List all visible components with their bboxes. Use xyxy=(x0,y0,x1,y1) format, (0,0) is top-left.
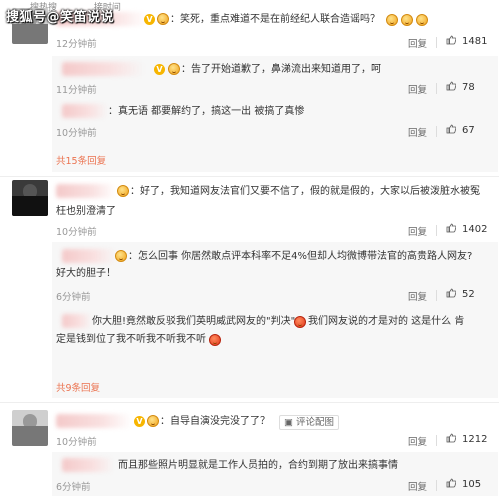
like-button[interactable]: 67 xyxy=(446,124,475,136)
avatar[interactable] xyxy=(12,180,48,216)
thumbs-up-icon xyxy=(446,223,456,233)
thumbs-up-icon xyxy=(446,35,456,45)
reply-text: ：怎么回事 你居然敢点评本科率不足4%但却人均微博带法官的高贵路人网友? xyxy=(128,251,473,262)
comment-text: ：笑死，重点难道不是在前经纪人联合造谣吗？ xyxy=(170,14,380,25)
username-blurred[interactable] xyxy=(62,458,114,472)
like-count: 67 xyxy=(462,125,475,136)
like-button[interactable]: 1212 xyxy=(446,433,487,445)
like-count: 1481 xyxy=(462,36,488,47)
username-blurred[interactable] xyxy=(62,249,116,263)
like-count: 1402 xyxy=(462,224,488,235)
like-count: 105 xyxy=(462,479,482,490)
divider xyxy=(436,83,437,94)
avatar[interactable] xyxy=(12,410,48,446)
verified-badge-icon: V xyxy=(144,14,155,25)
comment-time: 10分钟前 xyxy=(56,227,97,238)
reply-text: 定是钱到位了我不听我不听我不听 xyxy=(56,334,206,345)
more-replies-link[interactable]: 共15条回复 xyxy=(56,153,106,167)
divider xyxy=(436,126,437,137)
watermark: 搜狐号@笑笛说说 xyxy=(6,10,115,25)
avatar-emoji-icon xyxy=(168,63,180,75)
divider xyxy=(436,37,437,48)
reply-button[interactable]: 回复 xyxy=(408,82,427,96)
reply-time: 6分钟前 xyxy=(56,292,91,303)
like-button[interactable]: 1402 xyxy=(446,223,487,235)
like-count: 78 xyxy=(462,82,475,93)
verified-badge-icon: V xyxy=(154,64,165,75)
reply-text: 我们网友说的才是对的 这是什么 肯 xyxy=(308,316,465,327)
more-replies-link[interactable]: 共9条回复 xyxy=(56,380,100,394)
reply-text: 你大胆!竟然敢反驳我们英明威武网友的"判决" xyxy=(92,316,296,327)
like-count: 52 xyxy=(462,289,475,300)
avatar-emoji-icon xyxy=(115,250,127,262)
thumbs-up-icon xyxy=(446,478,456,488)
reply-button[interactable]: 回复 xyxy=(408,224,427,238)
comment-time: 12分钟前 xyxy=(56,39,97,50)
username-blurred[interactable] xyxy=(56,184,116,198)
laugh-emoji-icon xyxy=(401,14,413,26)
like-button[interactable]: 105 xyxy=(446,478,481,490)
reply-button[interactable]: 回复 xyxy=(408,36,427,50)
comment-text: 枉也别澄清了 xyxy=(56,206,116,217)
reply-text: ：告了开始道歉了，鼻涕流出来知道用了，呵 xyxy=(181,64,381,75)
username-blurred[interactable] xyxy=(56,414,132,428)
divider xyxy=(0,176,499,177)
reply-text: 而且那些照片明显就是工作人员拍的，合约到期了放出来搞事情 xyxy=(118,460,398,471)
angry-emoji-icon xyxy=(209,334,221,346)
verified-badge-icon: V xyxy=(134,416,145,427)
reply-button[interactable]: 回复 xyxy=(408,479,427,493)
reply-button[interactable]: 回复 xyxy=(408,289,427,303)
reply-text: ：真无语 都要解约了，搞这一出 被搞了真惨 xyxy=(108,106,305,117)
divider xyxy=(0,402,499,403)
image-icon: ▣ xyxy=(284,417,296,428)
username-blurred[interactable] xyxy=(62,104,108,118)
avatar-emoji-icon xyxy=(117,185,129,197)
username-blurred[interactable] xyxy=(62,314,92,328)
comment-time: 10分钟前 xyxy=(56,437,97,448)
divider xyxy=(436,225,437,236)
reply-text: 好大的胆子！ xyxy=(56,268,116,279)
reply-button[interactable]: 回复 xyxy=(408,125,427,139)
angry-emoji-icon xyxy=(294,316,306,328)
comment-image-label: 评论配图 xyxy=(296,417,335,428)
like-button[interactable]: 52 xyxy=(446,288,475,300)
divider xyxy=(436,435,437,446)
like-button[interactable]: 1481 xyxy=(446,35,487,47)
avatar-emoji-icon xyxy=(147,415,159,427)
username-blurred[interactable] xyxy=(62,62,144,76)
avatar-emoji-icon xyxy=(157,13,169,25)
reply-button[interactable]: 回复 xyxy=(408,434,427,448)
like-count: 1212 xyxy=(462,434,488,445)
divider xyxy=(436,480,437,491)
divider xyxy=(436,290,437,301)
thumbs-up-icon xyxy=(446,288,456,298)
like-button[interactable]: 78 xyxy=(446,81,475,93)
thumbs-up-icon xyxy=(446,124,456,134)
comment-text: ：自导自演没完没了了？ xyxy=(160,416,270,427)
reply-time: 10分钟前 xyxy=(56,128,97,139)
thumbs-up-icon xyxy=(446,433,456,443)
laugh-emoji-icon xyxy=(386,14,398,26)
reply-time: 11分钟前 xyxy=(56,85,97,96)
reply-time: 6分钟前 xyxy=(56,482,91,493)
comment-text: ：好了，我知道网友法官们又要不信了，假的就是假的，大家以后被泼脏水被冤 xyxy=(130,186,480,197)
laugh-emoji-icon xyxy=(416,14,428,26)
thumbs-up-icon xyxy=(446,81,456,91)
comment-image-button[interactable]: ▣ 评论配图 xyxy=(279,415,340,430)
